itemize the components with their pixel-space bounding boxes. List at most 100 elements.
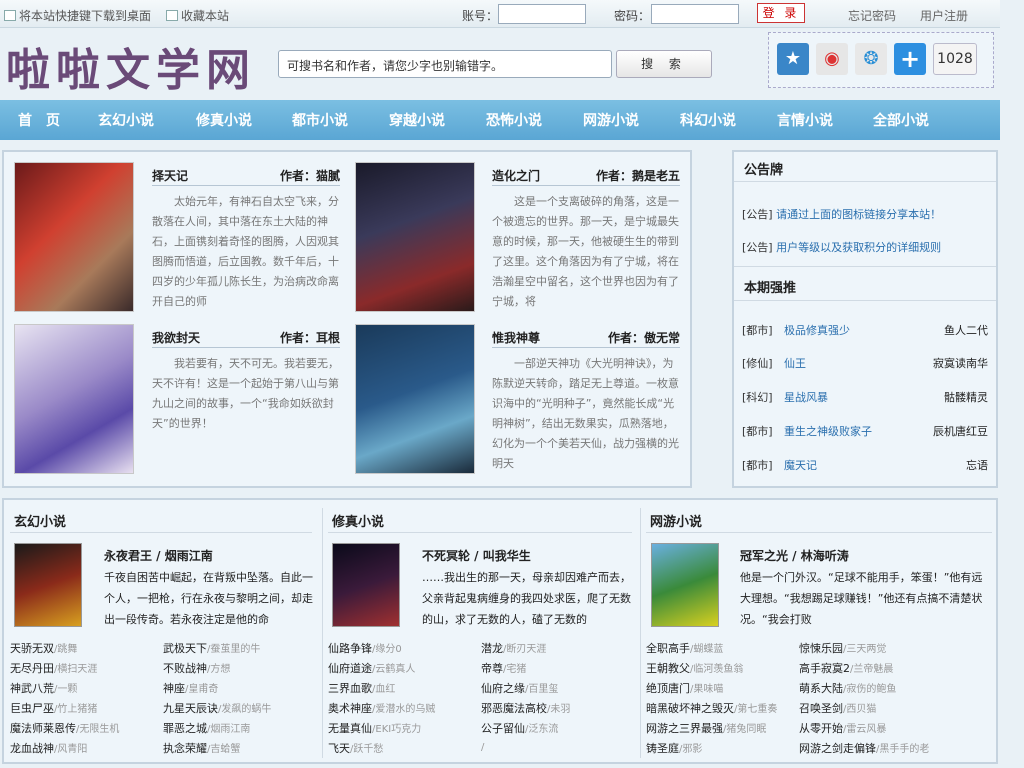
list-item[interactable]: 不败战神/方想	[163, 660, 230, 676]
book-cover[interactable]	[14, 162, 134, 312]
book-title[interactable]: 全职高手	[646, 642, 690, 655]
login-button[interactable]: 登 录	[757, 3, 805, 23]
book-title[interactable]: 重生之神级败家子	[784, 423, 872, 439]
notice-text[interactable]: 用户等级以及获取积分的详细规则	[776, 241, 941, 254]
nav-dushi[interactable]: 都市小说	[292, 110, 348, 130]
book-title[interactable]: 帝尊	[481, 662, 503, 675]
section-title[interactable]: 网游小说	[650, 511, 702, 530]
list-item[interactable]: 暗黑破坏神之毁灭/第七重奏	[646, 700, 777, 716]
notice-text[interactable]: 请通过上面的图标链接分享本站！	[776, 208, 941, 221]
list-item[interactable]: 飞天/跃千愁	[328, 740, 383, 756]
notice-item[interactable]: [公告] 请通过上面的图标链接分享本站！	[742, 206, 941, 222]
book-title[interactable]: 龙血战神	[10, 742, 54, 755]
book-cover[interactable]	[14, 543, 82, 627]
book-title[interactable]: 择天记	[152, 167, 188, 184]
recommend-item[interactable]: [科幻] 星战风暴 骷髅精灵	[742, 389, 988, 407]
book-title[interactable]: 惟我神尊	[492, 329, 540, 346]
list-item[interactable]: 公子留仙/泛东流	[481, 720, 558, 736]
list-item[interactable]: 九星天辰诀/发飙的蜗牛	[163, 700, 271, 716]
book-cover[interactable]	[14, 324, 134, 474]
list-item[interactable]: 仙府道途/云鹤真人	[328, 660, 415, 676]
account-input[interactable]	[498, 4, 586, 24]
book-title[interactable]: 暗黑破坏神之毁灭	[646, 702, 734, 715]
book-title[interactable]: 萌系大陆	[799, 682, 843, 695]
book-title[interactable]: 铸圣庭	[646, 742, 679, 755]
book-title[interactable]: 我欲封天	[152, 329, 200, 346]
featured-title[interactable]: 不死冥轮 / 叫我华生	[422, 547, 531, 564]
list-item[interactable]: 仙路争锋/缘分0	[328, 640, 402, 656]
shortcut-link[interactable]: 将本站快捷键下载到桌面	[4, 7, 151, 24]
list-item[interactable]: 高手寂寞2/兰帝魅晨	[799, 660, 893, 676]
book-title[interactable]: 邪恶魔法高校	[481, 702, 547, 715]
book-title[interactable]: 公子留仙	[481, 722, 525, 735]
list-item[interactable]: 惊悚乐园/三天两觉	[799, 640, 886, 656]
book-title[interactable]: 惊悚乐园	[799, 642, 843, 655]
list-item[interactable]: 绝顶唐门/果味喵	[646, 680, 723, 696]
nav-all[interactable]: 全部小说	[873, 110, 929, 130]
list-item[interactable]: 邪恶魔法高校/未羽	[481, 700, 570, 716]
book-title[interactable]: 罪恶之城	[163, 722, 207, 735]
list-item[interactable]: 执念荣耀/吉蛤蟹	[163, 740, 240, 756]
more-share-icon[interactable]: +	[894, 43, 926, 75]
list-item[interactable]: 罪恶之城/烟雨江南	[163, 720, 250, 736]
book-title[interactable]: 执念荣耀	[163, 742, 207, 755]
book-title[interactable]: 神武八荒	[10, 682, 54, 695]
book-title[interactable]: 网游之三界最强	[646, 722, 723, 735]
list-item[interactable]: 天骄无双/跳舞	[10, 640, 77, 656]
list-item[interactable]: 王朝教父/临河羡鱼翁	[646, 660, 743, 676]
section-title[interactable]: 玄幻小说	[14, 511, 66, 530]
nav-kehuan[interactable]: 科幻小说	[680, 110, 736, 130]
book-cover[interactable]	[355, 162, 475, 312]
list-item[interactable]: 神武八荒/一颗	[10, 680, 77, 696]
list-item[interactable]: 全职高手/蝴蝶蓝	[646, 640, 723, 656]
list-item[interactable]: 无尽丹田/横扫天涯	[10, 660, 97, 676]
list-item[interactable]: 帝尊/宅猪	[481, 660, 526, 676]
tencent-weibo-share-icon[interactable]: ❂	[855, 43, 887, 75]
list-item[interactable]: 铸圣庭/邪影	[646, 740, 702, 756]
qzone-share-icon[interactable]: ★	[777, 43, 809, 75]
book-title[interactable]: 网游之剑走偏锋	[799, 742, 876, 755]
recommend-item[interactable]: [都市] 重生之神级败家子 辰机唐红豆	[742, 423, 988, 441]
book-cover[interactable]	[651, 543, 719, 627]
book-title[interactable]: 仙府之缘	[481, 682, 525, 695]
book-title[interactable]: 高手寂寞2	[799, 662, 850, 675]
book-title[interactable]: 绝顶唐门	[646, 682, 690, 695]
recommend-item[interactable]: [修仙] 仙王 寂寞读南华	[742, 355, 988, 373]
nav-xuanhuan[interactable]: 玄幻小说	[98, 110, 154, 130]
book-title[interactable]: 不败战神	[163, 662, 207, 675]
list-item[interactable]: 从零开始/雷云风暴	[799, 720, 886, 736]
book-title[interactable]: 召唤圣剑	[799, 702, 843, 715]
site-logo[interactable]: 啦啦文学网	[6, 34, 256, 98]
book-title[interactable]: 魔法师莱恩传	[10, 722, 76, 735]
notice-item[interactable]: [公告] 用户等级以及获取积分的详细规则	[742, 239, 941, 255]
featured-title[interactable]: 冠军之光 / 林海听涛	[740, 547, 849, 564]
list-item[interactable]: 魔法师莱恩传/无限生机	[10, 720, 119, 736]
list-item[interactable]: 武极天下/蚕茧里的牛	[163, 640, 260, 656]
list-item[interactable]: 奥术神座/爱潜水的乌贼	[328, 700, 435, 716]
list-item[interactable]: 三界血歌/血红	[328, 680, 395, 696]
list-item[interactable]: 神座/皇甫奇	[163, 680, 218, 696]
weibo-share-icon[interactable]: ◉	[816, 43, 848, 75]
nav-kongbu[interactable]: 恐怖小说	[486, 110, 542, 130]
book-title[interactable]: 九星天辰诀	[163, 702, 218, 715]
book-title[interactable]: 潜龙	[481, 642, 503, 655]
password-input[interactable]	[651, 4, 739, 24]
forgot-password-link[interactable]: 忘记密码	[848, 7, 896, 24]
book-title[interactable]: 无量真仙	[328, 722, 372, 735]
book-title[interactable]: 巨虫尸巫	[10, 702, 54, 715]
nav-yanqing[interactable]: 言情小说	[777, 110, 833, 130]
book-title[interactable]: 天骄无双	[10, 642, 54, 655]
book-title[interactable]: 三界血歌	[328, 682, 372, 695]
search-button[interactable]: 搜 索	[616, 50, 712, 78]
nav-chuanyue[interactable]: 穿越小说	[389, 110, 445, 130]
book-title[interactable]: 魔天记	[784, 457, 817, 473]
book-title[interactable]: 极品修真强少	[784, 322, 850, 338]
list-item[interactable]: 潜龙/断刃天涯	[481, 640, 546, 656]
book-title[interactable]: 神座	[163, 682, 185, 695]
book-title[interactable]: 造化之门	[492, 167, 540, 184]
book-title[interactable]: 王朝教父	[646, 662, 690, 675]
book-title[interactable]: 仙王	[784, 355, 806, 371]
book-cover[interactable]	[355, 324, 475, 474]
list-item[interactable]: 无量真仙/EKI巧克力	[328, 720, 421, 736]
list-item[interactable]: 召唤圣剑/西贝猫	[799, 700, 876, 716]
